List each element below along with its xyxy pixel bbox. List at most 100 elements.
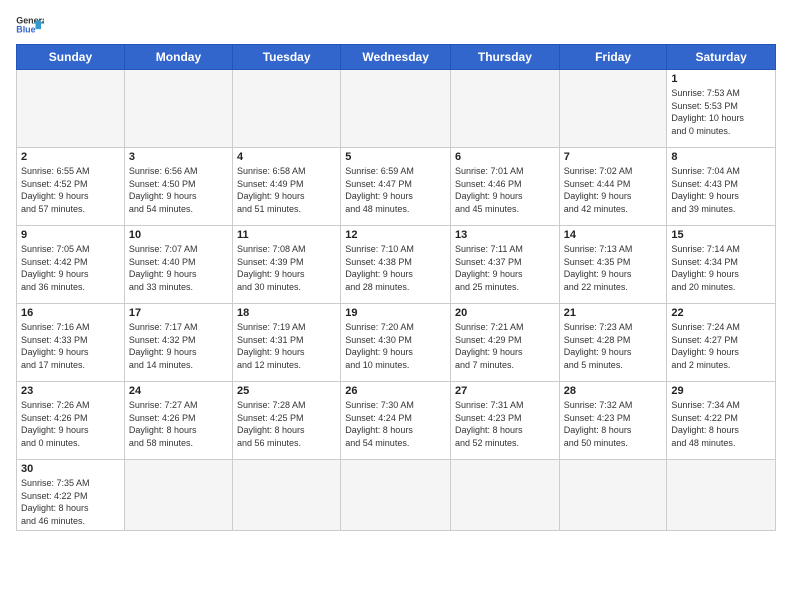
calendar-cell [124, 70, 232, 148]
day-info: Sunrise: 7:20 AM Sunset: 4:30 PM Dayligh… [345, 321, 446, 371]
calendar-cell: 2 Sunrise: 6:55 AM Sunset: 4:52 PM Daylig… [17, 148, 125, 226]
calendar-cell: 1 Sunrise: 7:53 AM Sunset: 5:53 PM Daylig… [667, 70, 776, 148]
calendar-cell: 6Sunrise: 7:01 AM Sunset: 4:46 PM Daylig… [451, 148, 560, 226]
day-number: 20 [455, 307, 555, 319]
calendar-cell: 9Sunrise: 7:05 AM Sunset: 4:42 PM Daylig… [17, 226, 125, 304]
day-number: 30 [21, 463, 120, 475]
calendar-cell [124, 460, 232, 531]
calendar-cell: 24 Sunrise: 7:27 AM Sunset: 4:26 PM Dayli… [124, 382, 232, 460]
day-info: Sunrise: 7:13 AM Sunset: 4:35 PM Dayligh… [564, 243, 663, 293]
calendar-week-row: 1 Sunrise: 7:53 AM Sunset: 5:53 PM Daylig… [17, 70, 776, 148]
day-number: 13 [455, 229, 555, 241]
calendar-cell: 13Sunrise: 7:11 AM Sunset: 4:37 PM Dayli… [451, 226, 560, 304]
calendar-cell [451, 460, 560, 531]
day-info: Sunrise: 7:53 AM Sunset: 5:53 PM Dayligh… [671, 87, 771, 137]
day-number: 9 [21, 229, 120, 241]
calendar-cell: 11 Sunrise: 7:08 AM Sunset: 4:39 PM Dayli… [233, 226, 341, 304]
weekday-header-sunday: Sunday [17, 45, 125, 70]
calendar-cell: 30 Sunrise: 7:35 AM Sunset: 4:22 PM Dayli… [17, 460, 125, 531]
calendar-table: SundayMondayTuesdayWednesdayThursdayFrid… [16, 44, 776, 531]
calendar-week-row: 30 Sunrise: 7:35 AM Sunset: 4:22 PM Dayli… [17, 460, 776, 531]
day-number: 8 [671, 151, 771, 163]
day-info: Sunrise: 7:17 AM Sunset: 4:32 PM Dayligh… [129, 321, 228, 371]
day-number: 23 [21, 385, 120, 397]
page: General Blue SundayMondayTuesdayWednesda… [0, 0, 792, 612]
day-info: Sunrise: 7:27 AM Sunset: 4:26 PM Dayligh… [129, 399, 228, 449]
day-number: 26 [345, 385, 446, 397]
calendar-cell: 8 Sunrise: 7:04 AM Sunset: 4:43 PM Daylig… [667, 148, 776, 226]
calendar-cell: 27Sunrise: 7:31 AM Sunset: 4:23 PM Dayli… [451, 382, 560, 460]
day-info: Sunrise: 7:04 AM Sunset: 4:43 PM Dayligh… [671, 165, 771, 215]
calendar-week-row: 2 Sunrise: 6:55 AM Sunset: 4:52 PM Daylig… [17, 148, 776, 226]
day-info: Sunrise: 7:35 AM Sunset: 4:22 PM Dayligh… [21, 477, 120, 527]
day-number: 15 [671, 229, 771, 241]
day-info: Sunrise: 6:58 AM Sunset: 4:49 PM Dayligh… [237, 165, 336, 215]
day-info: Sunrise: 7:02 AM Sunset: 4:44 PM Dayligh… [564, 165, 663, 215]
calendar-cell: 5Sunrise: 6:59 AM Sunset: 4:47 PM Daylig… [341, 148, 451, 226]
calendar-cell: 22 Sunrise: 7:24 AM Sunset: 4:27 PM Dayli… [667, 304, 776, 382]
calendar-cell: 7 Sunrise: 7:02 AM Sunset: 4:44 PM Daylig… [559, 148, 667, 226]
day-number: 12 [345, 229, 446, 241]
day-info: Sunrise: 7:10 AM Sunset: 4:38 PM Dayligh… [345, 243, 446, 293]
day-info: Sunrise: 7:08 AM Sunset: 4:39 PM Dayligh… [237, 243, 336, 293]
day-number: 10 [129, 229, 228, 241]
day-info: Sunrise: 7:07 AM Sunset: 4:40 PM Dayligh… [129, 243, 228, 293]
day-number: 6 [455, 151, 555, 163]
calendar-cell: 17 Sunrise: 7:17 AM Sunset: 4:32 PM Dayli… [124, 304, 232, 382]
weekday-header-friday: Friday [559, 45, 667, 70]
day-info: Sunrise: 7:21 AM Sunset: 4:29 PM Dayligh… [455, 321, 555, 371]
calendar-cell [17, 70, 125, 148]
day-info: Sunrise: 7:24 AM Sunset: 4:27 PM Dayligh… [671, 321, 771, 371]
weekday-header-thursday: Thursday [451, 45, 560, 70]
day-number: 27 [455, 385, 555, 397]
calendar-cell: 26 Sunrise: 7:30 AM Sunset: 4:24 PM Dayli… [341, 382, 451, 460]
calendar-cell: 21 Sunrise: 7:23 AM Sunset: 4:28 PM Dayli… [559, 304, 667, 382]
day-number: 21 [564, 307, 663, 319]
day-number: 14 [564, 229, 663, 241]
calendar-cell [451, 70, 560, 148]
calendar-cell: 28 Sunrise: 7:32 AM Sunset: 4:23 PM Dayli… [559, 382, 667, 460]
calendar-cell [559, 460, 667, 531]
calendar-cell [233, 70, 341, 148]
calendar-cell: 18Sunrise: 7:19 AM Sunset: 4:31 PM Dayli… [233, 304, 341, 382]
day-number: 4 [237, 151, 336, 163]
day-number: 16 [21, 307, 120, 319]
header: General Blue [16, 10, 776, 36]
day-number: 2 [21, 151, 120, 163]
day-info: Sunrise: 7:14 AM Sunset: 4:34 PM Dayligh… [671, 243, 771, 293]
day-number: 22 [671, 307, 771, 319]
day-number: 1 [671, 73, 771, 85]
generalblue-logo-icon: General Blue [16, 14, 44, 36]
day-info: Sunrise: 7:16 AM Sunset: 4:33 PM Dayligh… [21, 321, 120, 371]
calendar-cell [667, 460, 776, 531]
calendar-week-row: 16 Sunrise: 7:16 AM Sunset: 4:33 PM Dayli… [17, 304, 776, 382]
day-number: 3 [129, 151, 228, 163]
calendar-cell: 23 Sunrise: 7:26 AM Sunset: 4:26 PM Dayli… [17, 382, 125, 460]
day-number: 17 [129, 307, 228, 319]
day-info: Sunrise: 7:19 AM Sunset: 4:31 PM Dayligh… [237, 321, 336, 371]
day-number: 28 [564, 385, 663, 397]
day-info: Sunrise: 7:34 AM Sunset: 4:22 PM Dayligh… [671, 399, 771, 449]
weekday-header-monday: Monday [124, 45, 232, 70]
calendar-cell [233, 460, 341, 531]
calendar-cell [341, 70, 451, 148]
day-number: 7 [564, 151, 663, 163]
day-number: 11 [237, 229, 336, 241]
day-info: Sunrise: 6:55 AM Sunset: 4:52 PM Dayligh… [21, 165, 120, 215]
day-info: Sunrise: 7:32 AM Sunset: 4:23 PM Dayligh… [564, 399, 663, 449]
day-number: 24 [129, 385, 228, 397]
weekday-header-row: SundayMondayTuesdayWednesdayThursdayFrid… [17, 45, 776, 70]
day-info: Sunrise: 7:30 AM Sunset: 4:24 PM Dayligh… [345, 399, 446, 449]
day-number: 29 [671, 385, 771, 397]
day-info: Sunrise: 7:23 AM Sunset: 4:28 PM Dayligh… [564, 321, 663, 371]
day-info: Sunrise: 7:28 AM Sunset: 4:25 PM Dayligh… [237, 399, 336, 449]
calendar-cell: 16 Sunrise: 7:16 AM Sunset: 4:33 PM Dayli… [17, 304, 125, 382]
calendar-cell: 29 Sunrise: 7:34 AM Sunset: 4:22 PM Dayli… [667, 382, 776, 460]
svg-text:Blue: Blue [16, 25, 35, 35]
day-info: Sunrise: 6:59 AM Sunset: 4:47 PM Dayligh… [345, 165, 446, 215]
calendar-cell: 10 Sunrise: 7:07 AM Sunset: 4:40 PM Dayli… [124, 226, 232, 304]
day-info: Sunrise: 6:56 AM Sunset: 4:50 PM Dayligh… [129, 165, 228, 215]
calendar-cell: 25Sunrise: 7:28 AM Sunset: 4:25 PM Dayli… [233, 382, 341, 460]
day-info: Sunrise: 7:26 AM Sunset: 4:26 PM Dayligh… [21, 399, 120, 449]
day-number: 19 [345, 307, 446, 319]
